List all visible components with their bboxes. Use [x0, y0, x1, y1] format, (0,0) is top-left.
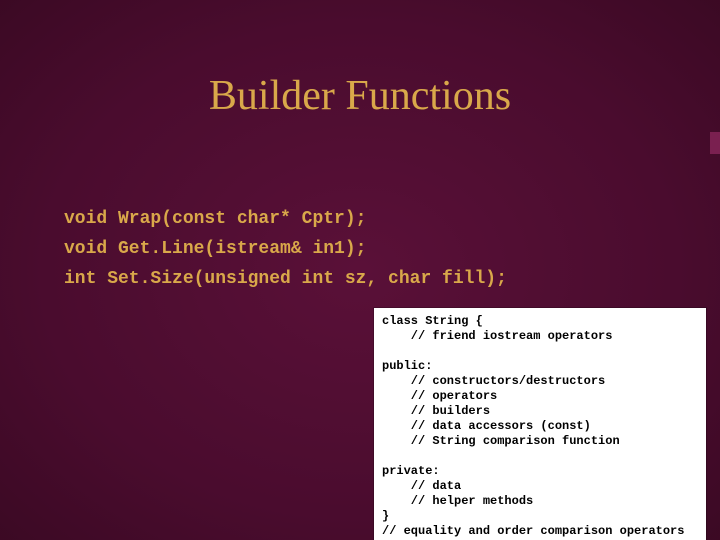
builder-code-block: void Wrap(const char* Cptr); void Get.Li… — [64, 174, 507, 294]
code-line: void Wrap(const char* Cptr); — [64, 209, 366, 229]
code-line: void Get.Line(istream& in1); — [64, 239, 366, 259]
code-line: int Set.Size(unsigned int sz, char fill)… — [64, 269, 507, 289]
slide-title: Builder Functions — [0, 72, 720, 120]
class-definition-box: class String { // friend iostream operat… — [374, 308, 706, 540]
accent-block — [710, 132, 720, 154]
